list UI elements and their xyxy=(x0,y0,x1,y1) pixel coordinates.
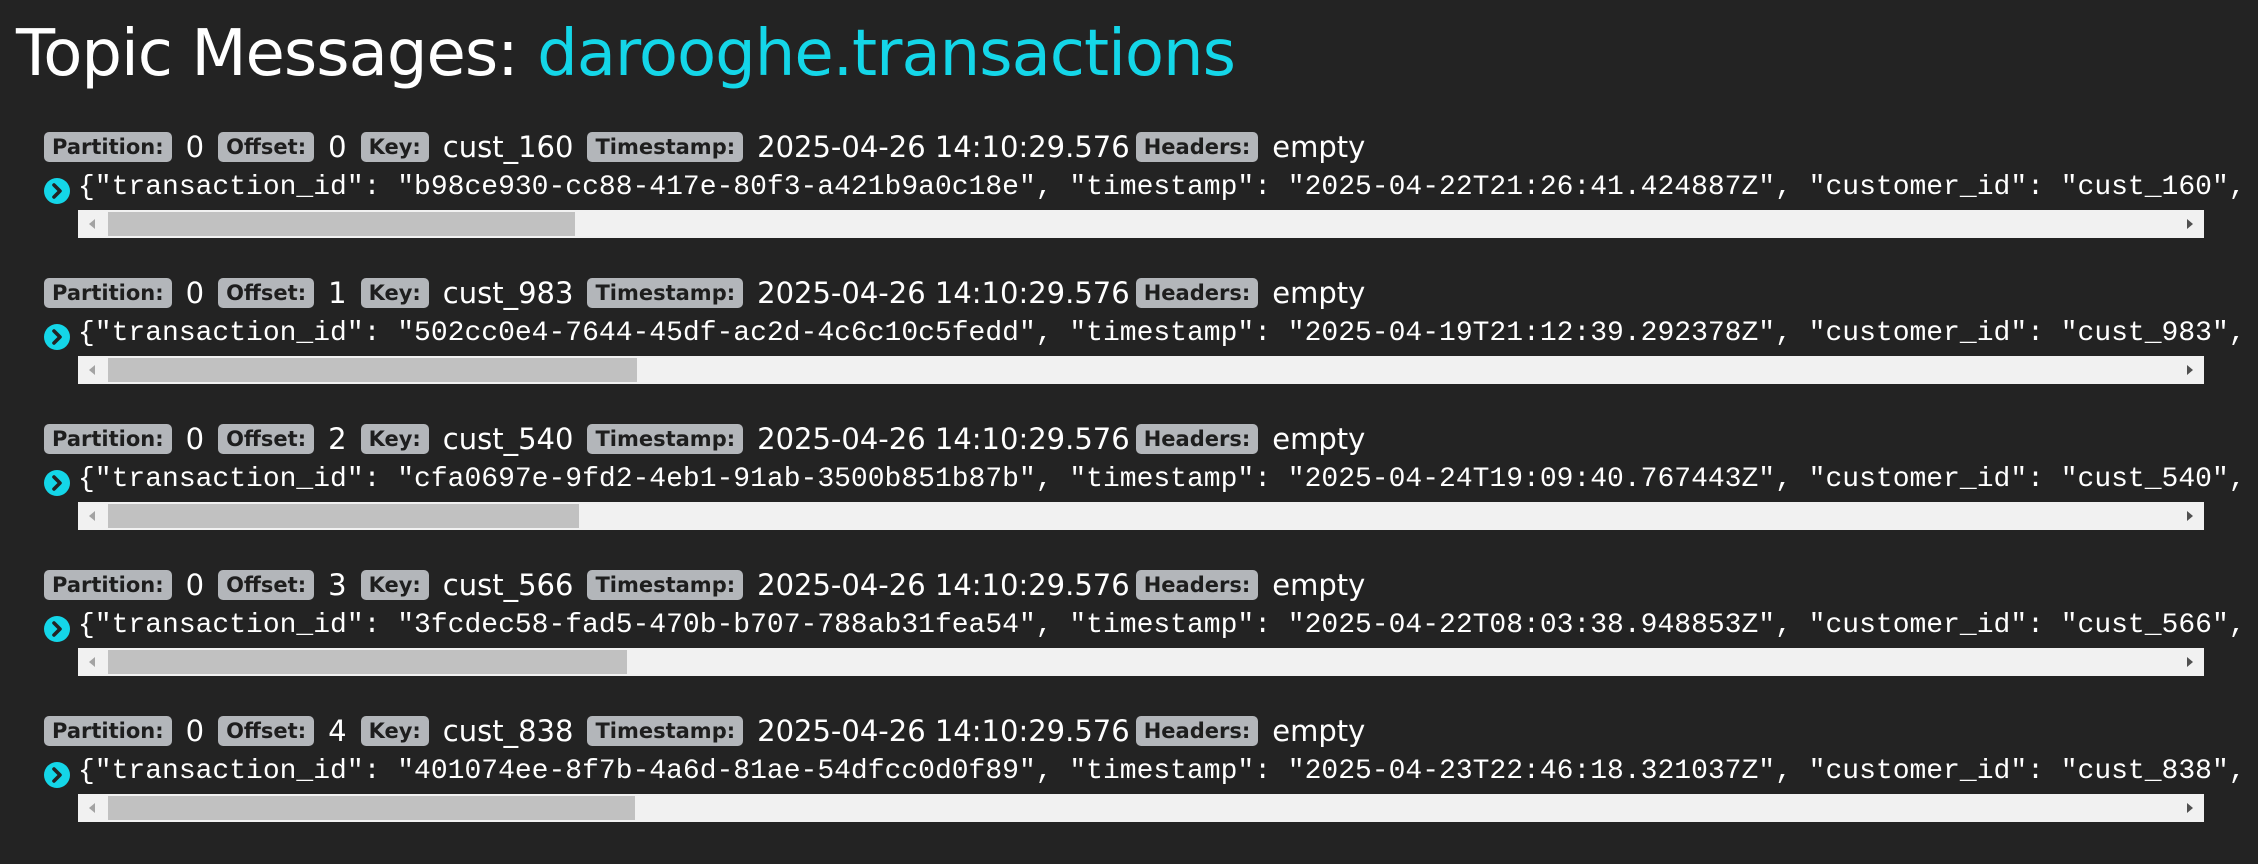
payload-row: {"transaction_id": "cfa0697e-9fd2-4eb1-9… xyxy=(44,462,2246,498)
partition-label: Partition: xyxy=(44,424,172,454)
headers-value: empty xyxy=(1272,714,1366,748)
horizontal-scrollbar[interactable] xyxy=(78,356,2204,384)
offset-value: 1 xyxy=(328,276,347,310)
headers-value: empty xyxy=(1272,130,1366,164)
partition-value: 0 xyxy=(185,130,205,164)
headers-label: Headers: xyxy=(1135,278,1259,308)
horizontal-scrollbar[interactable] xyxy=(78,210,2204,238)
chevron-right-circle-icon[interactable] xyxy=(44,178,70,204)
message-item: Partition: 0 Offset: 3 Key: cust_566 Tim… xyxy=(0,566,2258,706)
chevron-right-circle-icon[interactable] xyxy=(44,470,70,496)
key-value: cust_566 xyxy=(442,568,574,602)
headers-value: empty xyxy=(1272,568,1366,602)
scroll-right-icon[interactable] xyxy=(2176,210,2204,238)
scroll-right-icon[interactable] xyxy=(2176,648,2204,676)
message-payload: {"transaction_id": "502cc0e4-7644-45df-a… xyxy=(78,318,2248,349)
partition-value: 0 xyxy=(185,714,205,748)
payload-row: {"transaction_id": "502cc0e4-7644-45df-a… xyxy=(44,316,2246,352)
partition-value: 0 xyxy=(185,276,205,310)
message-meta: Partition: 0 Offset: 4 Key: cust_838 Tim… xyxy=(44,712,1379,750)
offset-value: 3 xyxy=(328,568,347,602)
chevron-right-circle-icon[interactable] xyxy=(44,324,70,350)
partition-value: 0 xyxy=(185,422,205,456)
key-value: cust_540 xyxy=(442,422,574,456)
topic-name: darooghe.transactions xyxy=(537,17,1236,91)
scroll-thumb[interactable] xyxy=(108,796,635,820)
scroll-left-icon[interactable] xyxy=(78,794,106,822)
payload-row: {"transaction_id": "401074ee-8f7b-4a6d-8… xyxy=(44,754,2246,790)
scroll-right-icon[interactable] xyxy=(2176,794,2204,822)
message-item: Partition: 0 Offset: 0 Key: cust_160 Tim… xyxy=(0,128,2258,268)
timestamp-value: 2025-04-26 14:10:29.576 xyxy=(757,568,1130,602)
timestamp-label: Timestamp: xyxy=(587,132,744,162)
topic-messages-page: Topic Messages: darooghe.transactions Pa… xyxy=(0,0,2258,864)
key-value: cust_160 xyxy=(442,130,574,164)
headers-label: Headers: xyxy=(1135,132,1259,162)
horizontal-scrollbar[interactable] xyxy=(78,648,2204,676)
headers-value: empty xyxy=(1272,276,1366,310)
scroll-left-icon[interactable] xyxy=(78,648,106,676)
offset-value: 2 xyxy=(328,422,347,456)
timestamp-value: 2025-04-26 14:10:29.576 xyxy=(757,714,1130,748)
timestamp-label: Timestamp: xyxy=(587,424,744,454)
scroll-right-icon[interactable] xyxy=(2176,502,2204,530)
scroll-thumb[interactable] xyxy=(108,504,579,528)
scroll-left-icon[interactable] xyxy=(78,210,106,238)
headers-label: Headers: xyxy=(1135,716,1259,746)
message-meta: Partition: 0 Offset: 3 Key: cust_566 Tim… xyxy=(44,566,1379,604)
scroll-thumb[interactable] xyxy=(108,650,627,674)
key-label: Key: xyxy=(360,716,429,746)
timestamp-label: Timestamp: xyxy=(587,570,744,600)
key-label: Key: xyxy=(360,278,429,308)
offset-label: Offset: xyxy=(218,570,315,600)
headers-label: Headers: xyxy=(1135,570,1259,600)
key-label: Key: xyxy=(360,424,429,454)
message-item: Partition: 0 Offset: 1 Key: cust_983 Tim… xyxy=(0,274,2258,414)
chevron-right-circle-icon[interactable] xyxy=(44,762,70,788)
timestamp-value: 2025-04-26 14:10:29.576 xyxy=(757,422,1130,456)
scroll-thumb[interactable] xyxy=(108,358,637,382)
key-value: cust_983 xyxy=(442,276,574,310)
message-payload: {"transaction_id": "401074ee-8f7b-4a6d-8… xyxy=(78,756,2248,787)
scroll-left-icon[interactable] xyxy=(78,502,106,530)
message-payload: {"transaction_id": "cfa0697e-9fd2-4eb1-9… xyxy=(78,464,2248,495)
offset-label: Offset: xyxy=(218,278,315,308)
key-value: cust_838 xyxy=(442,714,574,748)
message-payload: {"transaction_id": "3fcdec58-fad5-470b-b… xyxy=(78,610,2248,641)
message-meta: Partition: 0 Offset: 1 Key: cust_983 Tim… xyxy=(44,274,1379,312)
headers-label: Headers: xyxy=(1135,424,1259,454)
message-meta: Partition: 0 Offset: 2 Key: cust_540 Tim… xyxy=(44,420,1379,458)
headers-value: empty xyxy=(1272,422,1366,456)
timestamp-value: 2025-04-26 14:10:29.576 xyxy=(757,130,1130,164)
offset-value: 0 xyxy=(328,130,347,164)
message-meta: Partition: 0 Offset: 0 Key: cust_160 Tim… xyxy=(44,128,1379,166)
partition-label: Partition: xyxy=(44,716,172,746)
key-label: Key: xyxy=(360,132,429,162)
offset-label: Offset: xyxy=(218,132,315,162)
message-item: Partition: 0 Offset: 4 Key: cust_838 Tim… xyxy=(0,712,2258,852)
horizontal-scrollbar[interactable] xyxy=(78,794,2204,822)
partition-label: Partition: xyxy=(44,132,172,162)
timestamp-label: Timestamp: xyxy=(587,716,744,746)
timestamp-value: 2025-04-26 14:10:29.576 xyxy=(757,276,1130,310)
message-item: Partition: 0 Offset: 2 Key: cust_540 Tim… xyxy=(0,420,2258,560)
scroll-thumb[interactable] xyxy=(108,212,575,236)
horizontal-scrollbar[interactable] xyxy=(78,502,2204,530)
offset-label: Offset: xyxy=(218,716,315,746)
timestamp-label: Timestamp: xyxy=(587,278,744,308)
partition-label: Partition: xyxy=(44,278,172,308)
partition-label: Partition: xyxy=(44,570,172,600)
chevron-right-circle-icon[interactable] xyxy=(44,616,70,642)
payload-row: {"transaction_id": "b98ce930-cc88-417e-8… xyxy=(44,170,2246,206)
offset-label: Offset: xyxy=(218,424,315,454)
page-title: Topic Messages: darooghe.transactions xyxy=(16,14,1236,94)
offset-value: 4 xyxy=(328,714,347,748)
message-payload: {"transaction_id": "b98ce930-cc88-417e-8… xyxy=(78,172,2248,203)
partition-value: 0 xyxy=(185,568,205,602)
page-title-prefix: Topic Messages: xyxy=(16,17,538,91)
scroll-left-icon[interactable] xyxy=(78,356,106,384)
scroll-right-icon[interactable] xyxy=(2176,356,2204,384)
payload-row: {"transaction_id": "3fcdec58-fad5-470b-b… xyxy=(44,608,2246,644)
key-label: Key: xyxy=(360,570,429,600)
